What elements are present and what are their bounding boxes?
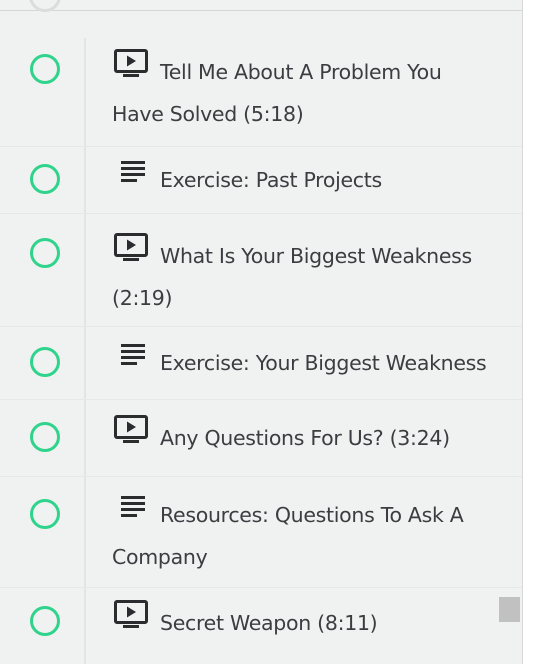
lecture-item[interactable]: Exercise: Past Projects [0, 147, 522, 214]
video-icon [114, 49, 148, 91]
lecture-title: Exercise: Your Biggest Weakness [160, 351, 487, 375]
text-lines-icon [114, 493, 148, 534]
lecture-title-row: Secret Weapon (8:11) [112, 600, 498, 645]
item-divider [84, 327, 86, 399]
item-divider [84, 38, 86, 146]
text-lines-icon [114, 341, 148, 382]
item-divider [84, 214, 86, 326]
lecture-title: Tell Me About A Problem You Have Solved … [112, 60, 442, 126]
lecture-item[interactable]: Any Questions For Us? (3:24) [0, 400, 522, 477]
incomplete-circle-icon[interactable] [30, 422, 60, 452]
item-divider [84, 477, 86, 587]
lecture-title: Resources: Questions To Ask A Company [112, 503, 464, 569]
incomplete-circle-icon[interactable] [30, 54, 60, 84]
text-lines-icon [114, 158, 148, 199]
lecture-list-panel: Tell Me About A Problem You Have Solved … [0, 0, 523, 664]
lecture-item[interactable]: Exercise: Your Biggest Weakness [0, 327, 522, 400]
scrollbar-thumb[interactable] [499, 597, 520, 622]
lecture-title: Exercise: Past Projects [160, 168, 382, 192]
incomplete-circle-icon[interactable] [30, 606, 60, 636]
lecture-title-row: What Is Your Biggest Weakness (2:19) [112, 233, 498, 319]
lecture-title: Any Questions For Us? (3:24) [160, 426, 450, 450]
incomplete-circle-icon[interactable] [30, 347, 60, 377]
partially-visible-item [0, 0, 522, 12]
item-divider [84, 588, 86, 664]
incomplete-circle-icon[interactable] [30, 164, 60, 194]
lecture-title-row: Resources: Questions To Ask A Company [112, 495, 498, 578]
item-divider [84, 400, 86, 476]
lecture-title: What Is Your Biggest Weakness (2:19) [112, 244, 472, 310]
status-circle-icon [29, 0, 61, 12]
lecture-title-row: Tell Me About A Problem You Have Solved … [112, 49, 498, 135]
lecture-title-row: Exercise: Past Projects [112, 160, 498, 202]
lecture-title: Secret Weapon (8:11) [160, 611, 378, 635]
item-divider [84, 147, 86, 213]
incomplete-circle-icon[interactable] [30, 238, 60, 268]
video-icon [114, 600, 148, 642]
video-icon [114, 233, 148, 275]
video-icon [114, 415, 148, 457]
lecture-title-row: Exercise: Your Biggest Weakness [112, 343, 498, 385]
incomplete-circle-icon[interactable] [30, 499, 60, 529]
lecture-item[interactable]: Tell Me About A Problem You Have Solved … [0, 38, 522, 147]
lecture-title-row: Any Questions For Us? (3:24) [112, 415, 498, 460]
lecture-item[interactable]: Resources: Questions To Ask A Company [0, 477, 522, 588]
lecture-item[interactable]: Secret Weapon (8:11) [0, 588, 522, 664]
lecture-item[interactable]: What Is Your Biggest Weakness (2:19) [0, 214, 522, 327]
